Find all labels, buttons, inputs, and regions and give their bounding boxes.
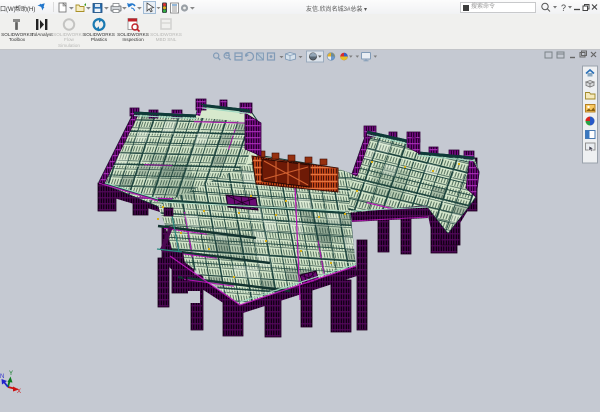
svg-text:Y: Y	[9, 371, 13, 377]
svg-text:N: N	[0, 374, 4, 380]
svg-text:X: X	[17, 389, 21, 395]
svg-text:?: ?	[561, 3, 566, 13]
